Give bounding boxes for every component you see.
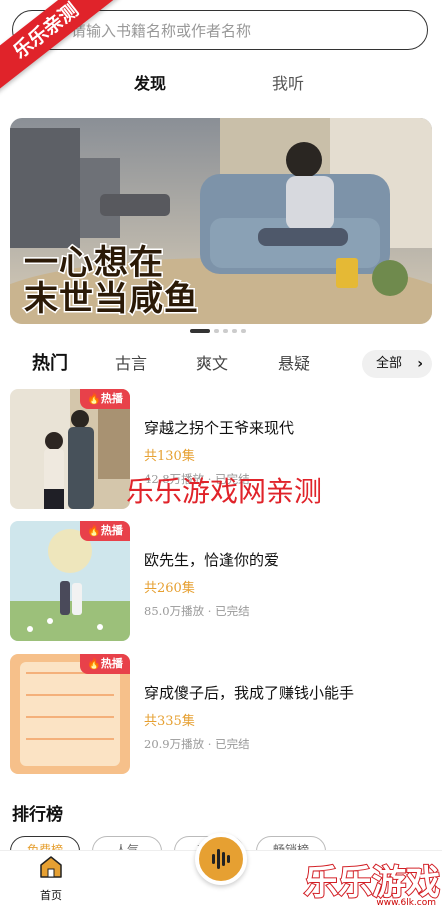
category-tabs: 热门 古言 爽文 悬疑 全部 › bbox=[0, 350, 442, 380]
banner-title-line2: 末世当咸鱼 bbox=[23, 279, 200, 319]
watermark-center: 乐乐游戏网亲测 bbox=[126, 475, 323, 508]
book-title: 欧先生，恰逢你的爱 bbox=[144, 551, 280, 569]
tab-discover[interactable]: 发现 bbox=[134, 70, 166, 98]
hot-badge: 🔥热播 bbox=[80, 521, 130, 541]
carousel-dot[interactable] bbox=[232, 329, 237, 333]
search-placeholder: 请输入书籍名称或作者名称 bbox=[71, 22, 252, 40]
book-item[interactable]: 🔥热播 欧先生，恰逢你的爱 共260集 85.0万播放 · 已完结 bbox=[10, 521, 432, 641]
tab-my-listening[interactable]: 我听 bbox=[272, 70, 304, 98]
book-episodes: 共130集 bbox=[144, 449, 195, 464]
hot-badge: 🔥热播 bbox=[80, 389, 130, 409]
book-meta: 20.9万播放 · 已完结 bbox=[144, 737, 250, 751]
banner-title-line1: 一心想在 bbox=[23, 243, 165, 283]
book-episodes: 共260集 bbox=[144, 581, 195, 596]
top-tabs: 发现 我听 bbox=[0, 70, 442, 98]
nav-home[interactable]: 首页 bbox=[28, 855, 74, 903]
category-mystery[interactable]: 悬疑 bbox=[278, 350, 310, 378]
book-cover: 🔥热播 bbox=[10, 654, 130, 774]
book-meta: 85.0万播放 · 已完结 bbox=[144, 604, 250, 618]
all-categories-button[interactable]: 全部 › bbox=[362, 350, 432, 378]
carousel-dot[interactable] bbox=[241, 329, 246, 333]
banner-carousel[interactable]: 一心想在 末世当咸鱼 bbox=[10, 118, 432, 324]
book-episodes: 共335集 bbox=[144, 714, 195, 729]
book-title: 穿成傻子后，我成了赚钱小能手 bbox=[144, 684, 355, 702]
category-cool[interactable]: 爽文 bbox=[196, 350, 228, 378]
book-item[interactable]: 🔥热播 穿成傻子后，我成了赚钱小能手 共335集 20.9万播放 · 已完结 bbox=[10, 654, 432, 774]
ranking-title: 排行榜 bbox=[12, 805, 63, 825]
carousel-dot[interactable] bbox=[223, 329, 228, 333]
category-ancient[interactable]: 古言 bbox=[115, 350, 147, 378]
watermark-bottom-right: 乐乐游戏 bbox=[303, 863, 441, 903]
carousel-dot[interactable] bbox=[214, 329, 219, 333]
book-cover: 🔥热播 bbox=[10, 521, 130, 641]
all-label: 全部 bbox=[376, 356, 403, 371]
chevron-right-icon: › bbox=[417, 356, 423, 372]
hot-badge: 🔥热播 bbox=[80, 654, 130, 674]
nav-home-label: 首页 bbox=[40, 889, 62, 902]
carousel-dot-active[interactable] bbox=[190, 329, 210, 333]
book-cover: 🔥热播 bbox=[10, 389, 130, 509]
home-icon bbox=[40, 856, 62, 878]
audio-wave-icon bbox=[212, 849, 230, 869]
player-button[interactable] bbox=[195, 833, 247, 885]
book-title: 穿越之拐个王爷来现代 bbox=[144, 419, 295, 437]
watermark-url: www.6lk.com bbox=[376, 898, 436, 908]
category-hot[interactable]: 热门 bbox=[32, 350, 68, 378]
carousel-dots bbox=[190, 329, 246, 333]
